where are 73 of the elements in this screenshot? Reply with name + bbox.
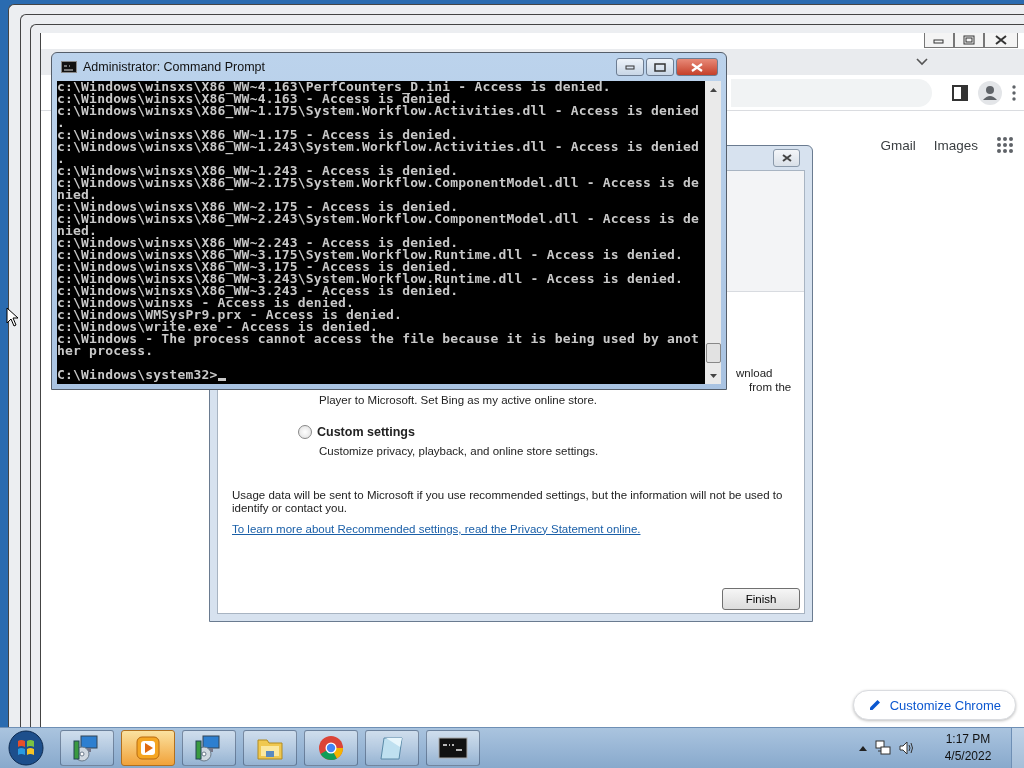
console-line: nied. <box>57 189 98 201</box>
close-button[interactable] <box>984 33 1018 48</box>
browser-icon <box>316 733 346 763</box>
console-line: c:\Windows\write.exe - Access is denied. <box>57 321 379 333</box>
console-line: her process. <box>57 345 155 357</box>
clock-date: 4/5/2022 <box>944 748 992 765</box>
console-icon <box>438 737 468 759</box>
console-line: c:\Windows\winsxs\X86_WW~2.175 - Access is denied. <box>57 201 459 213</box>
console-line: c:\Windows\winsxs\X86_WW~1.175 - Access is denied. <box>57 129 459 141</box>
menu-icon[interactable] <box>1012 84 1016 101</box>
scrollbar[interactable] <box>705 81 721 384</box>
speaker-icon[interactable] <box>899 741 915 755</box>
clock[interactable]: 1:17 PM 4/5/2022 <box>937 731 999 765</box>
header-link[interactable]: Gmail <box>880 137 916 153</box>
mouse-pointer-icon <box>6 307 18 327</box>
close-button[interactable] <box>676 58 718 76</box>
option-label[interactable]: Custom settings <box>317 424 415 439</box>
console-line: c:\Windows\winsxs\X86_WW~2.243 - Access is denied. <box>57 237 459 249</box>
privacy-link[interactable]: To learn more about Recommended settings, read the Privacy Statement online. <box>232 522 641 535</box>
close-icon <box>781 154 792 162</box>
customize-chrome-button[interactable]: Customize Chrome <box>852 690 1016 720</box>
console-line: c:\Windows\winsxs\X86_WW~1.243 - Access is denied. <box>57 165 459 177</box>
console-line: c:\Windows\winsxs\X86_WW~2.175\System.Workflow.ComponentModel.dll - Access is de <box>57 177 701 189</box>
console-line: c:\Windows\winsxs\X86_WW~4.163 - Access is denied. <box>57 93 459 105</box>
console-line: c:\Windows\WMSysPr9.prx - Access is denied. <box>57 309 404 321</box>
network-icon[interactable] <box>875 740 891 756</box>
maximize-button[interactable] <box>646 58 674 76</box>
console-line: . <box>57 117 66 129</box>
pencil-icon <box>867 698 882 712</box>
chevron-down-icon[interactable] <box>916 58 928 66</box>
console-line: c:\Windows\winsxs\X86_WW~2.243\System.Workflow.ComponentModel.dll - Access is de <box>57 213 701 225</box>
maximize-button[interactable] <box>954 33 984 48</box>
console-line: c:\Windows\winsxs\X86_WW~1.175\System.Workflow.Activities.dll - Access is denied <box>57 105 701 117</box>
notice-text: Usage data will be sent to Microsoft if you use recommended settings, but the information will not be used to identify or contact you. <box>232 488 784 516</box>
console-line: c:\Windows - The process cannot access the file because it is being used by anot <box>57 333 701 345</box>
window-title: Administrator: Command Prompt <box>83 60 266 74</box>
option-description: Player to Microsoft. Set Bing as my active online store. <box>319 394 598 408</box>
close-icon <box>994 35 1008 45</box>
console-line: c:\Windows\winsxs\X86_WW~3.175\System.Workflow.Runtime.dll - Access is denied. <box>57 249 685 261</box>
minimize-button[interactable] <box>616 58 644 76</box>
clock-time: 1:17 PM <box>945 731 991 748</box>
close-icon <box>691 62 703 72</box>
header-link[interactable]: Images <box>933 137 978 153</box>
console-line: c:\Windows\winsxs\X86_WW~4.163\PerfCounters_D.ini - Access is denied. <box>57 81 612 93</box>
minimize-button[interactable] <box>924 33 954 48</box>
option-description: wnload <box>736 367 773 381</box>
minimize-icon <box>625 64 635 70</box>
option-description: from the <box>749 380 792 394</box>
minimize-icon <box>933 36 945 44</box>
maximize-icon <box>654 62 666 72</box>
console-icon <box>61 61 77 73</box>
side-panel-icon[interactable] <box>952 84 968 101</box>
start-button[interactable] <box>8 730 44 766</box>
console-line: c:\Windows\winsxs - Access is denied. <box>57 297 354 309</box>
taskbar-button[interactable] <box>426 730 480 766</box>
scroll-thumb[interactable] <box>705 343 721 363</box>
avatar-icon[interactable] <box>978 80 1002 105</box>
apps-grid-icon[interactable] <box>996 136 1014 154</box>
restore-icon <box>963 35 975 45</box>
console-line: nied. <box>57 225 98 237</box>
console-line: . <box>57 153 66 165</box>
console-line: c:\Windows\winsxs\X86_WW~3.175 - Access is denied. <box>57 261 459 273</box>
radio-button[interactable] <box>298 424 312 439</box>
console-line: c:\Windows\winsxs\X86_WW~3.243 - Access is denied. <box>57 285 459 297</box>
text-cursor <box>217 378 226 381</box>
finish-button[interactable]: Finish <box>722 588 800 610</box>
command-prompt: C:\Windows\system32> <box>57 369 218 381</box>
console-line: c:\Windows\winsxs\X86_WW~1.243\System.Workflow.Activities.dll - Access is denied <box>57 141 701 153</box>
console-line: c:\Windows\winsxs\X86_WW~3.243\System.Workflow.Runtime.dll - Access is denied. <box>57 273 685 285</box>
close-button[interactable] <box>773 149 800 167</box>
option-description: Customize privacy, playback, and online store settings. <box>319 444 600 457</box>
media-player-icon <box>133 733 163 763</box>
show-hidden-icons-icon[interactable] <box>859 745 867 751</box>
